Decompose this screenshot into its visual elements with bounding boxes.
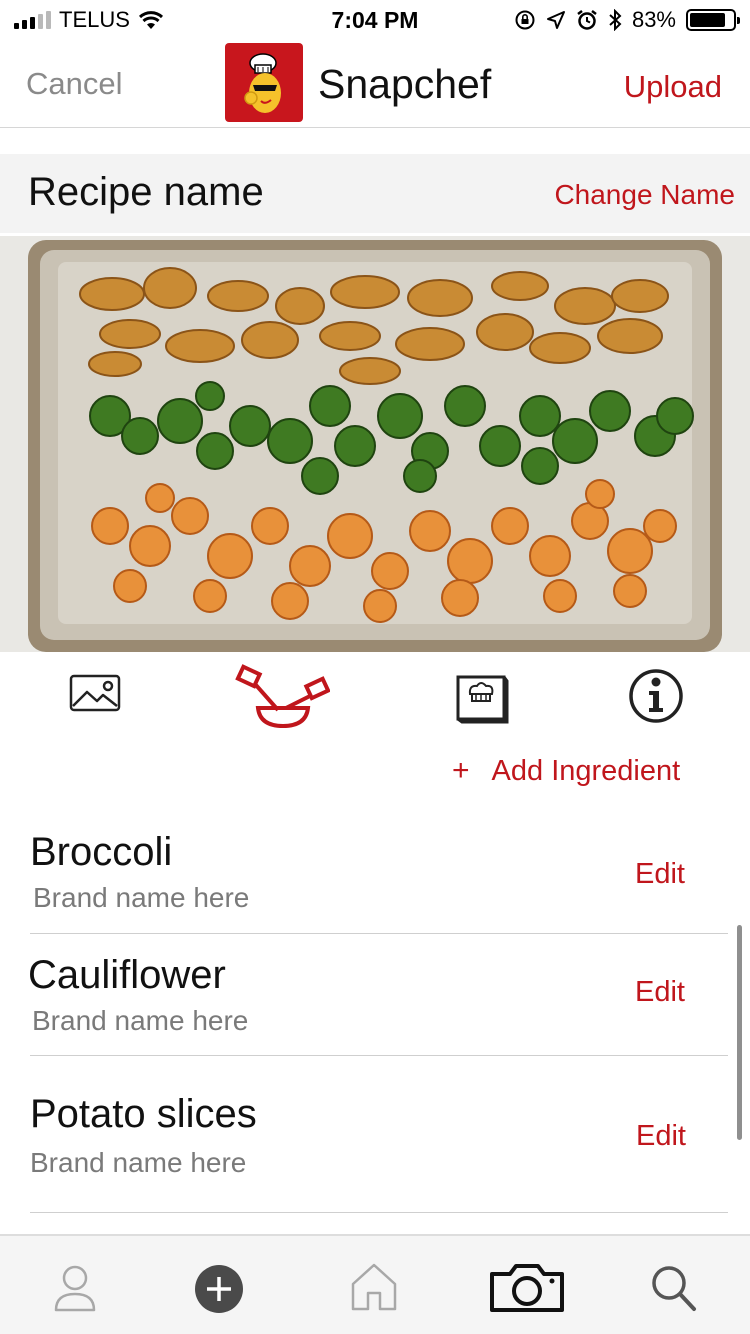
divider — [30, 1055, 728, 1056]
edit-button[interactable]: Edit — [635, 976, 685, 1009]
cancel-button[interactable]: Cancel — [26, 66, 123, 102]
app-title: Snapchef — [318, 61, 492, 107]
divider — [30, 1212, 728, 1213]
edit-button[interactable]: Edit — [635, 858, 685, 891]
search-icon[interactable] — [650, 1264, 698, 1314]
divider — [30, 933, 728, 934]
snapchef-logo — [225, 43, 303, 122]
scrollbar[interactable] — [737, 925, 742, 1140]
profile-icon[interactable] — [52, 1264, 98, 1314]
home-icon[interactable] — [350, 1262, 398, 1312]
status-bar: TELUS 7:04 PM 83% — [0, 0, 750, 42]
ingredients-icon[interactable] — [234, 664, 330, 730]
alarm-icon — [577, 10, 597, 30]
list-item: Cauliflower Brand name here Edit — [0, 953, 740, 1055]
bottom-tab-bar — [0, 1234, 750, 1334]
add-ingredient-label: Add Ingredient — [491, 754, 681, 787]
recipe-name: Recipe name — [28, 170, 264, 214]
add-icon[interactable] — [194, 1264, 244, 1314]
camera-icon[interactable] — [488, 1262, 566, 1314]
rotation-lock-icon — [515, 10, 535, 30]
ingredient-name: Cauliflower — [28, 953, 226, 997]
plus-icon: + — [452, 754, 470, 787]
recipe-photo — [0, 236, 750, 652]
ingredient-name: Broccoli — [30, 830, 173, 874]
upload-button[interactable]: Upload — [624, 69, 722, 105]
battery-icon — [686, 9, 740, 31]
battery-percentage: 83% — [631, 7, 676, 32]
sheet-pan-vegetables-photo — [0, 236, 750, 652]
add-ingredient-button[interactable]: + Add Ingredient — [452, 754, 680, 788]
location-arrow-icon — [546, 11, 565, 29]
navigation-bar: Cancel Snapchef Upload — [0, 42, 750, 128]
bluetooth-icon — [609, 9, 622, 31]
info-icon[interactable] — [626, 668, 686, 724]
list-item: Broccoli Brand name here Edit — [0, 830, 740, 934]
ingredient-name: Potato slices — [30, 1092, 257, 1136]
recipe-book-icon[interactable] — [455, 674, 509, 724]
change-name-button[interactable]: Change Name — [554, 179, 735, 211]
edit-button[interactable]: Edit — [636, 1120, 686, 1153]
recipe-tabs — [0, 652, 750, 742]
recipe-name-bar: Recipe name Change Name — [0, 154, 750, 233]
list-item: Potato slices Brand name here Edit — [0, 1092, 740, 1212]
ingredient-brand: Brand name here — [30, 1147, 247, 1178]
ingredient-brand: Brand name here — [32, 1005, 249, 1036]
image-icon[interactable] — [69, 674, 121, 714]
ingredient-brand: Brand name here — [33, 882, 250, 913]
